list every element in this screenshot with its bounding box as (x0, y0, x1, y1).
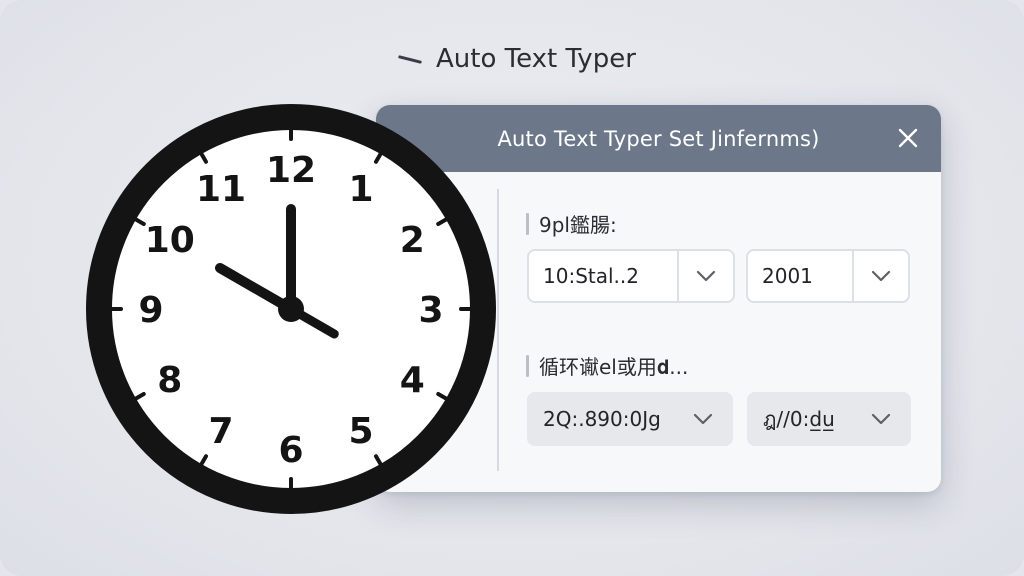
clock-numeral: 9 (138, 290, 163, 331)
clock-numeral: 3 (418, 290, 443, 331)
chevron-down-icon (696, 270, 716, 282)
chevron-down-icon (871, 413, 891, 425)
section1-label-text: 9pl鑑腸: (539, 213, 617, 237)
section2-select-1-value: 2Q:.890:0Jg (543, 407, 661, 431)
section1-label: 9pl鑑腸: (526, 209, 617, 238)
clock-numeral: 7 (208, 411, 233, 452)
app-title-text: Auto Text Typer (436, 44, 636, 74)
chevron-down-icon (693, 413, 713, 425)
section2-select-2-value: ฎ//0:d̲u̲ (763, 407, 835, 431)
section1-select-2-toggle[interactable] (852, 251, 908, 301)
clock-numeral: 8 (157, 360, 182, 401)
section2-select-2[interactable]: ฎ//0:d̲u̲ (747, 392, 911, 446)
section1-select-1-value: 10:Stal..2 (543, 264, 639, 288)
dialog-title: Auto Text Typer Set Jinfernms) (497, 126, 820, 151)
clock: 12 12 3 45 6 78 9 1011 (86, 104, 496, 514)
clock-numeral: 4 (400, 360, 425, 401)
section2-label-text: 循环谳el或用𝐝... (539, 355, 689, 379)
section1-select-2-value: 2001 (762, 264, 813, 288)
label-bar (526, 212, 529, 235)
close-icon (898, 128, 918, 148)
clock-numeral: 12 (266, 150, 316, 191)
section2-select-1-toggle[interactable] (675, 394, 731, 444)
section1-select-1-toggle[interactable] (677, 251, 733, 301)
app-title: Auto Text Typer (397, 44, 636, 74)
clock-numeral: 2 (400, 220, 425, 261)
clock-numeral: 5 (348, 411, 373, 452)
vertical-divider (497, 189, 499, 471)
chevron-down-icon (871, 270, 891, 282)
close-button[interactable] (895, 125, 921, 151)
section2-label: 循环谳el或用𝐝... (526, 351, 688, 380)
section2-select-1[interactable]: 2Q:.890:0Jg (527, 392, 733, 446)
section1-select-1[interactable]: 10:Stal..2 (527, 249, 735, 303)
clock-numeral: 6 (278, 430, 303, 471)
clock-numeral: 10 (145, 220, 195, 261)
desktop-background: Auto Text Typer Auto Text Typer Set Jinf… (0, 0, 1024, 576)
label-bar (526, 354, 529, 377)
dash-icon (397, 54, 423, 64)
clock-numeral: 11 (196, 169, 246, 210)
clock-center-pin (278, 296, 304, 322)
section1-select-2[interactable]: 2001 (746, 249, 910, 303)
clock-numeral: 1 (348, 169, 373, 210)
section2-select-2-toggle[interactable] (853, 394, 909, 444)
